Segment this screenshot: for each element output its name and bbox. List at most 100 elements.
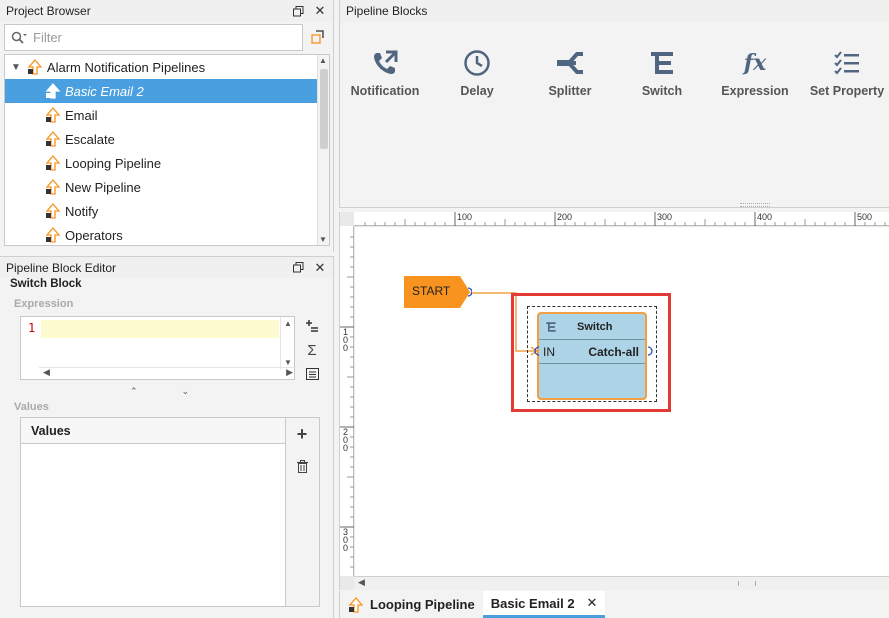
tree-item-label: Email [65, 107, 98, 123]
block-label: Splitter [548, 84, 592, 98]
block-label: Delay [460, 84, 494, 98]
pipeline-blocks-panel: Pipeline Blocks Notification Delay Split… [339, 0, 889, 208]
tree-item-notify[interactable]: Notify [5, 199, 98, 223]
pipeline-icon [45, 131, 61, 147]
expression-vscroll[interactable]: ▲ ▼ [280, 317, 294, 369]
switch-icon [546, 321, 556, 332]
pipeline-icon [45, 155, 61, 171]
restore-icon[interactable] [291, 261, 305, 275]
scroll-down-icon[interactable]: ▼ [284, 358, 292, 367]
switch-block-heading: Switch Block [10, 278, 82, 290]
pipeline-blocks-titlebar: Pipeline Blocks [340, 0, 889, 22]
expression-current-line[interactable] [41, 320, 279, 338]
scroll-down-icon[interactable]: ▼ [319, 235, 327, 244]
editor-tabs: Looping Pipeline Basic Email 2 ✕ [339, 591, 889, 618]
collapse-up-icon[interactable]: ⌃ [130, 386, 138, 397]
tree-item-label: Escalate [65, 131, 115, 147]
add-lines-icon [306, 320, 318, 332]
filter-options-button[interactable] [308, 28, 326, 46]
pipeline-icon [27, 59, 43, 75]
scroll-up-icon[interactable]: ▲ [284, 319, 292, 328]
add-value-button[interactable]: + [292, 424, 312, 444]
splitter-handle[interactable]: ⌃ ⌄ [130, 386, 189, 397]
scroll-left-icon[interactable]: ◀ [358, 577, 365, 588]
tree-item-basic-email-2[interactable]: Basic Email 2 [5, 79, 317, 103]
block-set-property[interactable]: Set Property [802, 46, 889, 98]
block-switch[interactable]: Switch [617, 46, 707, 98]
block-label: Set Property [809, 84, 885, 98]
insert-function-button[interactable]: Σ [302, 340, 322, 360]
tab-label: Basic Email 2 [490, 595, 575, 611]
tree-item-label: Basic Email 2 [65, 83, 144, 99]
close-icon[interactable]: ✕ [313, 260, 327, 275]
close-icon[interactable]: ✕ [313, 3, 327, 18]
values-column-header[interactable]: Values [21, 418, 285, 444]
expression-hscroll[interactable]: ◀ ▶ [39, 367, 297, 379]
output-port-icon[interactable] [646, 346, 656, 356]
switch-node-header: Switch [539, 314, 645, 340]
tree-scroll-thumb[interactable] [320, 69, 328, 149]
expression-editor[interactable]: 1 ▲ ▼ ◀ ▶ [20, 316, 297, 380]
panel-resize-grip[interactable] [740, 203, 770, 207]
block-editor-title: Pipeline Block Editor [6, 260, 117, 275]
project-browser-title: Project Browser [6, 4, 91, 18]
scroll-left-icon[interactable]: ◀ [43, 367, 50, 378]
tree-item-email[interactable]: Email [5, 103, 98, 127]
pipeline-designer: 100 200 300 400 500 100 200 300 START Sw… [339, 212, 889, 590]
input-port-icon[interactable] [531, 346, 541, 356]
delete-value-button[interactable] [292, 456, 312, 476]
block-label: Notification [350, 84, 420, 98]
tree-item-label: New Pipeline [65, 179, 141, 195]
tree-item-operators[interactable]: Operators [5, 223, 123, 245]
tree-root-alarm-pipelines[interactable]: ▼ Alarm Notification Pipelines [5, 55, 317, 79]
insert-property-button[interactable] [302, 316, 322, 336]
collapse-down-icon[interactable]: ⌄ [182, 386, 190, 397]
trash-icon [296, 459, 308, 473]
tree-item-escalate[interactable]: Escalate [5, 127, 115, 151]
locate-icon [311, 30, 324, 44]
line-number: 1 [21, 317, 39, 369]
tree-item-new-pipeline[interactable]: New Pipeline [5, 175, 141, 199]
scroll-grip[interactable] [738, 581, 756, 586]
block-expression[interactable]: fx Expression [710, 46, 800, 98]
tab-basic-email-2[interactable]: Basic Email 2 ✕ [482, 591, 606, 618]
filter-input[interactable]: Filter [4, 24, 303, 51]
pipeline-icon [45, 227, 61, 243]
canvas-hscroll[interactable]: ◀ [354, 576, 889, 590]
tab-looping-pipeline[interactable]: Looping Pipeline [340, 591, 483, 618]
close-icon[interactable]: ✕ [587, 595, 598, 611]
values-table[interactable]: Values [20, 417, 286, 607]
restore-icon[interactable] [291, 4, 305, 18]
fx-icon: fx [743, 50, 767, 76]
scroll-up-icon[interactable]: ▲ [319, 56, 327, 65]
scroll-right-icon[interactable]: ▶ [286, 367, 293, 378]
block-editor-titlebar: Pipeline Block Editor ✕ [0, 256, 333, 278]
switch-node-ports: IN Catch-all [539, 340, 645, 364]
block-splitter[interactable]: Splitter [525, 46, 615, 98]
switch-node[interactable]: Switch IN Catch-all [537, 312, 647, 400]
input-port-label[interactable]: IN [543, 345, 555, 359]
expression-label: Expression [14, 298, 74, 310]
pipeline-icon [45, 83, 61, 99]
pipeline-icon [45, 107, 61, 123]
tree-scrollbar[interactable]: ▲ ▼ [317, 55, 329, 245]
list-icon [305, 368, 319, 380]
tree-item-looping-pipeline[interactable]: Looping Pipeline [5, 151, 161, 175]
checklist-icon [834, 51, 859, 75]
block-label: Switch [641, 84, 683, 98]
tree-item-label: Looping Pipeline [65, 155, 162, 171]
phone-icon [374, 50, 398, 74]
pipeline-blocks-title: Pipeline Blocks [346, 4, 428, 18]
tree-item-label: Operators [65, 227, 123, 243]
tree-item-label: Notify [65, 203, 99, 219]
pipeline-icon [45, 203, 61, 219]
insert-tag-button[interactable] [302, 364, 322, 384]
pipeline-icon [348, 596, 364, 613]
switch-node-title: Switch [577, 320, 613, 333]
block-notification[interactable]: Notification [340, 46, 430, 98]
tab-label: Looping Pipeline [370, 597, 475, 612]
expand-arrow-icon[interactable]: ▼ [11, 62, 21, 73]
switch-icon [651, 52, 673, 74]
catch-all-port-label[interactable]: Catch-all [588, 345, 639, 359]
block-delay[interactable]: Delay [432, 46, 522, 98]
